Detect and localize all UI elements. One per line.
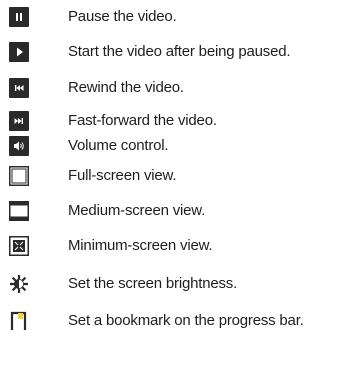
full-screen-label: Full-screen view. [68, 167, 177, 184]
fast-forward-label: Fast-forward the video. [68, 112, 217, 129]
legend-row-full-screen: Full-screen view. [0, 164, 339, 188]
medium-screen-icon [9, 201, 29, 221]
legend-row-medium-screen: Medium-screen view. [0, 199, 339, 223]
bookmark-icon [9, 311, 29, 331]
legend-row-pause: Pause the video. [0, 5, 339, 29]
video-controls-legend: Pause the video. Start the video after b… [0, 0, 339, 373]
pause-icon [9, 7, 29, 27]
bookmark-label: Set a bookmark on the progress bar. [68, 312, 304, 329]
fast-forward-icon [9, 111, 29, 131]
legend-row-fast-forward: Fast-forward the video. [0, 109, 339, 133]
medium-screen-label: Medium-screen view. [68, 202, 206, 219]
volume-label: Volume control. [68, 137, 169, 154]
brightness-label: Set the screen brightness. [68, 275, 238, 292]
volume-icon [9, 136, 29, 156]
full-screen-icon [9, 166, 29, 186]
minimum-screen-label: Minimum-screen view. [68, 237, 213, 254]
legend-row-bookmark: Set a bookmark on the progress bar. [0, 309, 339, 333]
pause-label: Pause the video. [68, 8, 177, 25]
legend-row-volume: Volume control. [0, 134, 339, 158]
legend-row-minimum-screen: Minimum-screen view. [0, 234, 339, 258]
play-icon [9, 42, 29, 62]
brightness-icon [9, 274, 29, 294]
legend-row-brightness: Set the screen brightness. [0, 272, 339, 296]
play-label: Start the video after being paused. [68, 43, 291, 60]
rewind-icon [9, 78, 29, 98]
rewind-label: Rewind the video. [68, 79, 184, 96]
legend-row-play: Start the video after being paused. [0, 40, 339, 64]
minimum-screen-icon [9, 236, 29, 256]
legend-row-rewind: Rewind the video. [0, 76, 339, 100]
